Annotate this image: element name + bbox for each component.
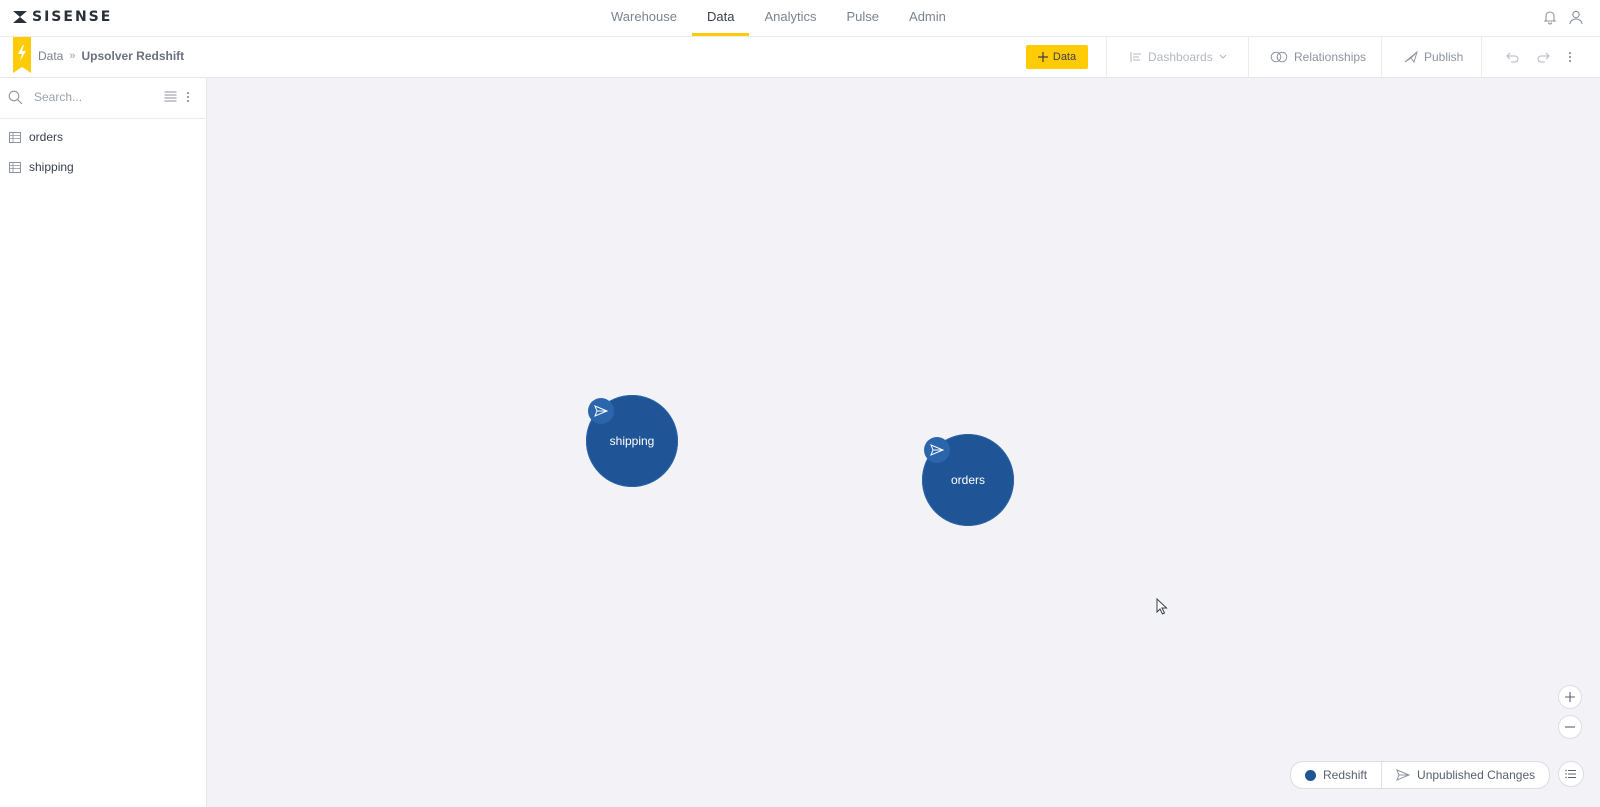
toolbar-divider [1481, 37, 1482, 77]
table-item-orders[interactable]: orders [0, 122, 206, 152]
nav-right-icons [1542, 9, 1584, 25]
logo-text: SISENSE [32, 9, 113, 25]
minus-icon [1565, 726, 1575, 728]
redo-icon [1537, 52, 1550, 63]
zoom-in-button[interactable] [1558, 685, 1582, 709]
plus-icon [1565, 692, 1575, 702]
table-item-label: shipping [29, 160, 74, 174]
lightning-icon [18, 45, 26, 61]
table-item-label: orders [29, 130, 64, 144]
sidebar-more-icon[interactable] [186, 91, 190, 103]
undo-icon [1506, 52, 1519, 63]
toolbar-divider [1106, 37, 1107, 77]
main-nav-tabs: Warehouse Data Analytics Pulse Admin [596, 0, 961, 36]
list-icon [1565, 769, 1576, 779]
toolbar-divider [1248, 37, 1249, 77]
dashboards-dropdown[interactable]: Dashboards [1130, 37, 1227, 77]
table-icon [9, 161, 21, 173]
mouse-cursor-icon [1156, 598, 1168, 615]
double-chevron-right-icon: » [69, 50, 76, 62]
zoom-out-button[interactable] [1558, 715, 1582, 739]
user-icon[interactable] [1568, 9, 1584, 25]
legend-unpublished-label: Unpublished Changes [1417, 768, 1536, 782]
nav-tab-analytics[interactable]: Analytics [749, 0, 831, 36]
canvas-legend: Redshift Unpublished Changes [1290, 761, 1551, 789]
legend-item-unpublished[interactable]: Unpublished Changes [1382, 762, 1549, 788]
publish-icon [1404, 51, 1418, 63]
relationships-icon [1270, 51, 1288, 63]
add-data-label: Data [1052, 51, 1077, 63]
send-icon [594, 405, 608, 417]
node-unpublished-badge[interactable] [588, 398, 614, 424]
plus-icon [1037, 52, 1048, 62]
legend-item-source[interactable]: Redshift [1291, 762, 1381, 788]
schema-canvas[interactable] [207, 78, 1600, 807]
source-color-dot [1305, 769, 1316, 781]
more-vertical-icon [1568, 51, 1572, 63]
toolbar-divider [1381, 37, 1382, 77]
chevron-down-icon [1219, 54, 1227, 59]
sisense-logo[interactable]: SISENSE [12, 9, 112, 25]
send-icon [930, 444, 944, 456]
more-options-button[interactable] [1568, 37, 1572, 77]
add-data-button[interactable]: Data [1026, 45, 1088, 69]
breadcrumb-data-link[interactable]: Data [38, 49, 63, 63]
sidebar-search-row [0, 78, 206, 119]
top-nav: SISENSE Warehouse Data Analytics Pulse A… [0, 0, 1600, 37]
model-toolbar: Data » Upsolver Redshift Data Dashboards… [0, 37, 1600, 78]
live-model-flag [13, 37, 31, 73]
table-item-shipping[interactable]: shipping [0, 152, 206, 182]
breadcrumb: Data » Upsolver Redshift [38, 49, 184, 63]
nav-tab-pulse[interactable]: Pulse [832, 0, 895, 36]
dashboards-icon [1130, 52, 1141, 62]
dashboards-label: Dashboards [1148, 50, 1213, 64]
undo-button[interactable] [1506, 37, 1520, 77]
nav-tab-admin[interactable]: Admin [894, 0, 961, 36]
table-icon [9, 131, 21, 143]
nav-tab-warehouse[interactable]: Warehouse [596, 0, 692, 36]
search-icon [8, 90, 23, 105]
legend-source-label: Redshift [1323, 768, 1368, 782]
node-unpublished-badge[interactable] [924, 437, 950, 463]
breadcrumb-current-model: Upsolver Redshift [81, 49, 185, 63]
legend-toggle-button[interactable] [1558, 761, 1584, 787]
sisense-logo-icon [13, 11, 27, 23]
nav-tab-data[interactable]: Data [692, 0, 750, 36]
node-label: shipping [609, 434, 655, 448]
table-list: orders shipping [0, 122, 206, 182]
list-view-icon[interactable] [164, 91, 177, 102]
node-label: orders [950, 473, 985, 487]
search-input[interactable] [32, 89, 156, 105]
publish-button[interactable]: Publish [1404, 37, 1463, 77]
tables-sidebar: orders shipping [0, 78, 207, 807]
send-icon [1396, 769, 1411, 781]
bell-icon[interactable] [1542, 9, 1558, 25]
relationships-label: Relationships [1294, 50, 1367, 64]
redo-button[interactable] [1536, 37, 1550, 77]
publish-label: Publish [1424, 50, 1464, 64]
relationships-button[interactable]: Relationships [1270, 37, 1366, 77]
